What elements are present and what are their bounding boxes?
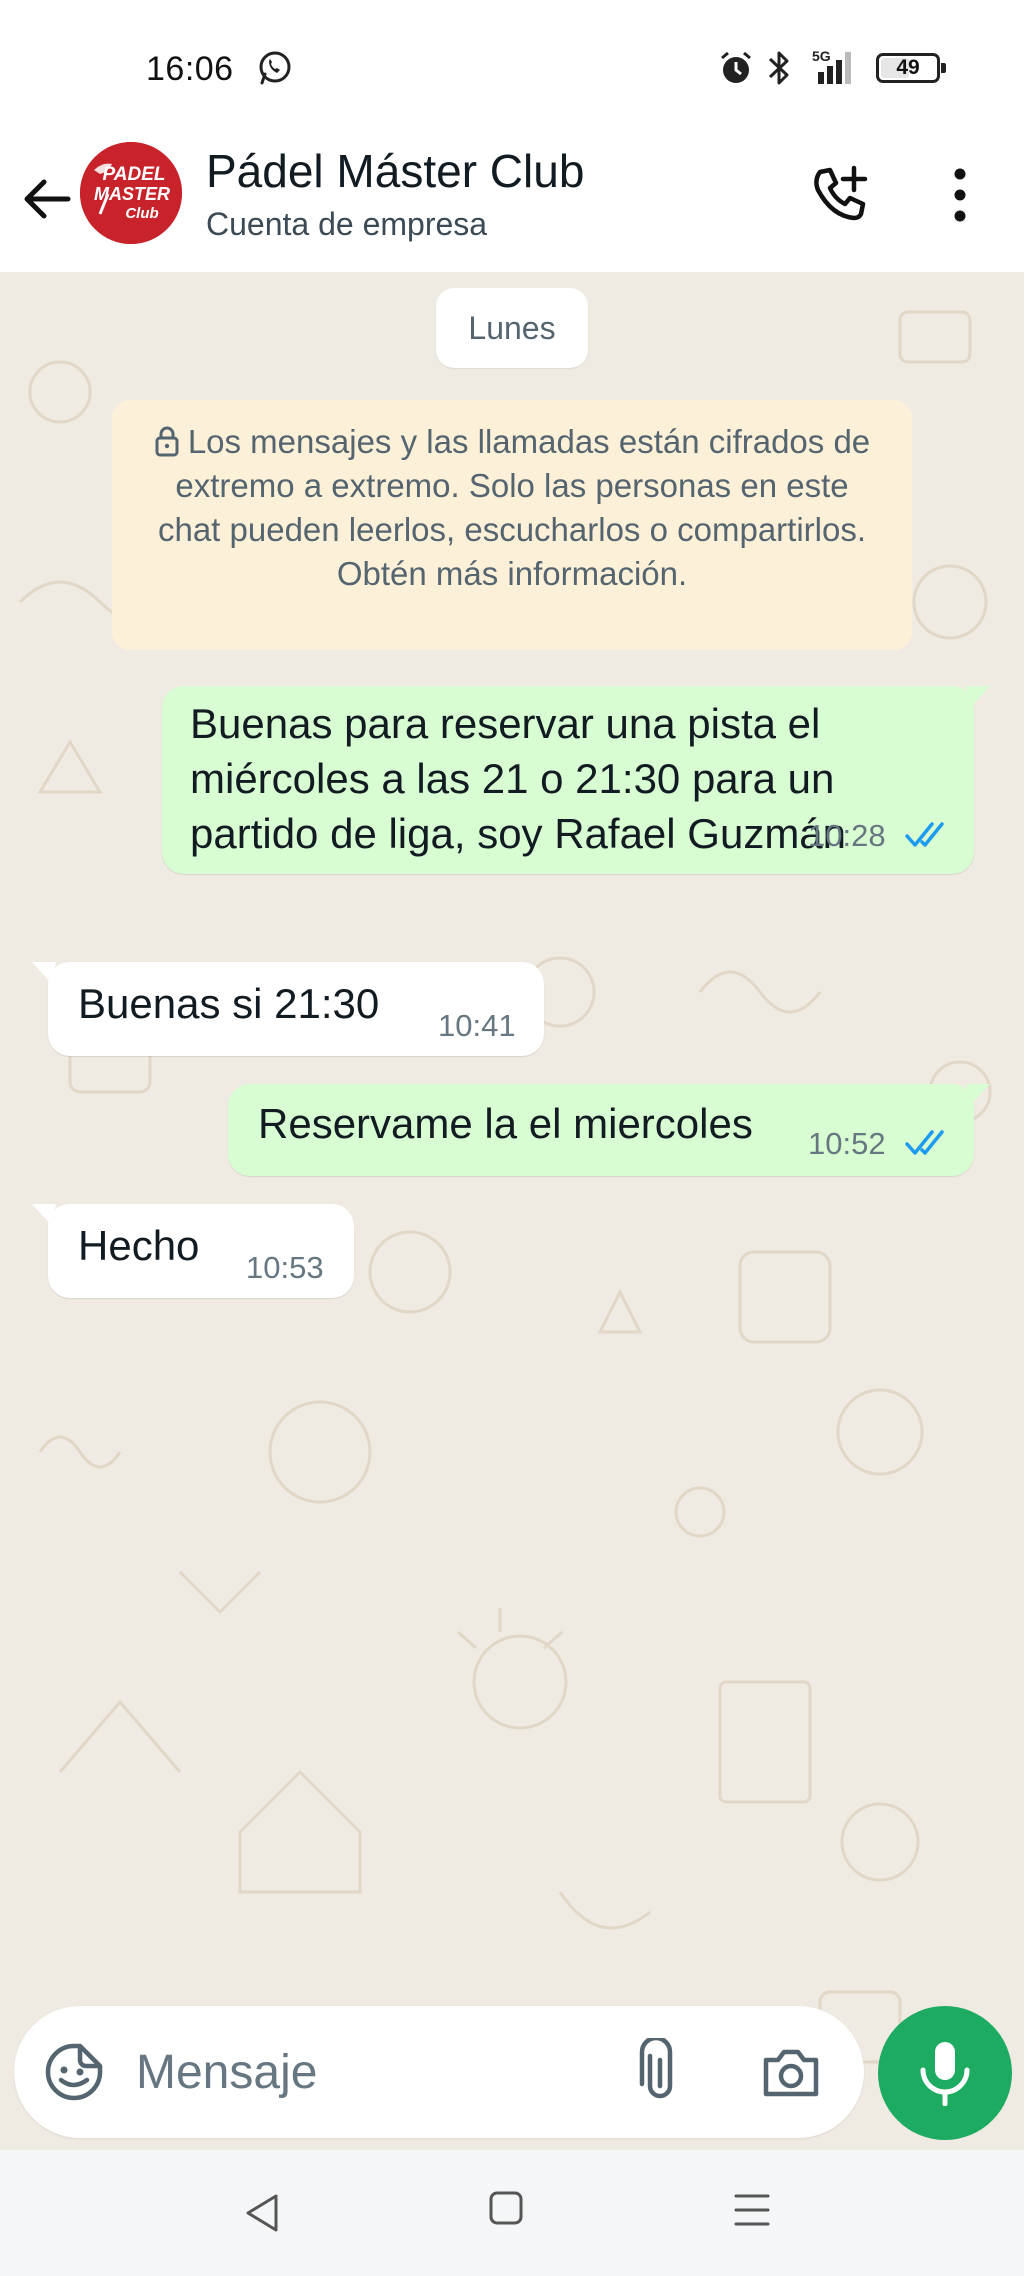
svg-text:PADEL: PADEL [103,164,166,185]
encryption-notice[interactable]: Los mensajes y las llamadas están cifrad… [112,400,912,650]
message-line: Buenas para reservar una pista el [190,700,821,747]
message-input[interactable] [136,2036,616,2108]
svg-text:5G: 5G [812,48,831,64]
incoming-message[interactable]: Buenas si 21:30 10:41 [32,962,544,1056]
attach-icon[interactable] [626,2038,694,2106]
bubble-tail [966,1084,990,1106]
message-text: Reservame la el miercoles [258,1100,753,1147]
signal-icon: 5G [812,48,851,84]
bubble-tail [966,686,990,708]
add-call-icon[interactable] [806,162,872,228]
bubble-tail [32,962,56,984]
sticker-icon[interactable] [44,2042,104,2102]
battery-level: 49 [896,56,920,79]
outgoing-message[interactable]: Buenas para reservar una pista el miérco… [162,686,990,874]
status-bar: 16:06 5G 49 [0,0,1024,134]
chat-header: PADEL MASTER Club Pádel Máster Club Cuen… [0,134,1024,272]
alarm-icon [721,51,751,83]
padel-master-logo: PADEL MASTER Club [80,142,182,244]
message-time: 10:28 [808,818,886,853]
camera-icon[interactable] [758,2040,824,2106]
svg-text:Club: Club [125,205,158,222]
battery-icon: 49 [876,53,946,83]
read-ticks-icon [905,1130,944,1155]
more-vert-icon[interactable] [940,164,980,226]
message-time: 10:53 [246,1250,324,1285]
read-ticks-icon [905,822,944,847]
contact-subtitle[interactable]: Cuenta de empresa [206,206,487,243]
nav-home-icon[interactable] [488,2190,524,2226]
message-time: 10:52 [808,1126,886,1161]
chat-area[interactable]: Lunes Los mensajes y las llamadas están … [0,272,1024,2150]
message-composer [14,2006,864,2138]
avatar[interactable]: PADEL MASTER Club [80,142,182,244]
outgoing-message[interactable]: Reservame la el miercoles 10:52 [228,1084,990,1176]
nav-back-icon[interactable] [240,2190,286,2236]
message-text: Buenas si 21:30 [78,980,380,1027]
nav-recents-icon[interactable] [732,2190,772,2230]
contact-name[interactable]: Pádel Máster Club [206,144,584,198]
message-time: 10:41 [438,1008,516,1043]
bluetooth-icon [768,51,789,85]
incoming-message[interactable]: Hecho 10:53 [32,1204,354,1298]
encryption-notice-text: Los mensajes y las llamadas están cifrad… [157,423,871,592]
system-nav-bar [0,2150,1024,2276]
status-time: 16:06 [146,50,234,88]
date-chip: Lunes [436,288,588,368]
message-line: miércoles a las 21 o 21:30 para un [190,755,835,802]
bubble-tail [32,1204,56,1226]
whatsapp-icon [259,51,291,85]
lock-icon [155,426,179,457]
message-text: Hecho [78,1222,200,1269]
mic-button[interactable] [878,2006,1012,2140]
mic-icon [920,2042,970,2106]
back-arrow-icon[interactable] [18,170,76,228]
